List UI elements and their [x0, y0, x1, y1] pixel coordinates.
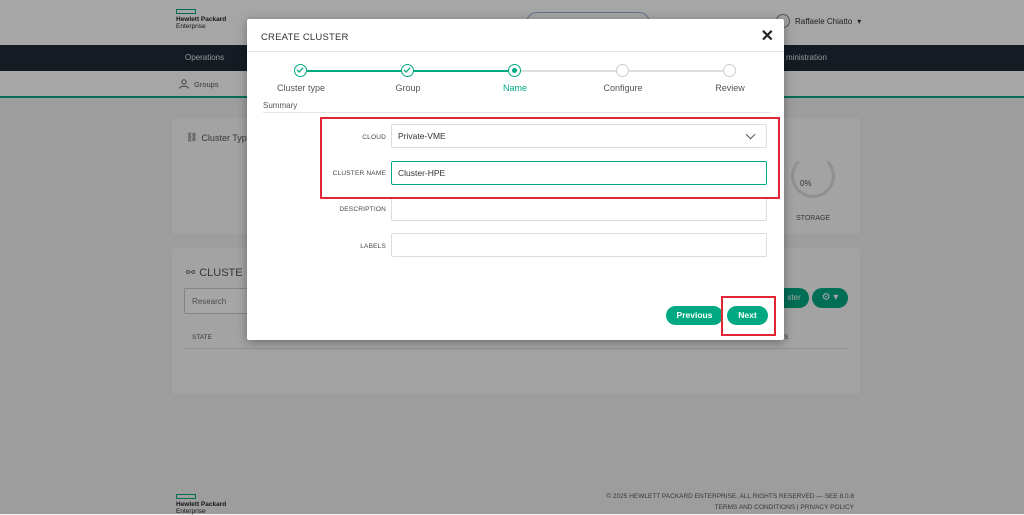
- step-group-check-icon[interactable]: [401, 64, 414, 77]
- create-cluster-modal: CREATE CLUSTER ✕ Cluster type Group Name…: [247, 19, 784, 340]
- step-name-active-icon[interactable]: [508, 64, 521, 77]
- wizard-stepper: Cluster type Group Name Configure Review: [247, 61, 784, 101]
- step-label-group[interactable]: Group: [395, 83, 420, 93]
- modal-header-divider: [247, 51, 784, 52]
- cluster-name-label: CLUSTER NAME: [332, 170, 386, 177]
- next-button[interactable]: Next: [727, 306, 768, 325]
- cloud-select-value: Private-VME: [398, 131, 446, 141]
- description-label: DESCRIPTION: [339, 206, 386, 213]
- close-icon[interactable]: ✕: [761, 26, 774, 46]
- step-label-cluster-type[interactable]: Cluster type: [277, 83, 325, 93]
- step-label-configure: Configure: [603, 83, 643, 93]
- labels-input[interactable]: [391, 233, 767, 257]
- step-label-name[interactable]: Name: [503, 83, 527, 93]
- step-cluster-type-check-icon[interactable]: [294, 64, 307, 77]
- cloud-select[interactable]: Private-VME: [391, 124, 767, 148]
- cluster-name-input[interactable]: [391, 161, 767, 185]
- labels-label: LABELS: [360, 243, 386, 250]
- step-connector-2: [414, 70, 521, 72]
- step-connector-4: [629, 70, 730, 72]
- step-connector-1: [307, 70, 414, 72]
- chevron-down-icon: [745, 129, 756, 139]
- modal-title: CREATE CLUSTER: [261, 32, 349, 43]
- previous-button[interactable]: Previous: [666, 306, 723, 325]
- summary-label: Summary: [263, 101, 298, 110]
- description-input[interactable]: [391, 197, 767, 221]
- step-configure-dot-icon: [616, 64, 629, 77]
- step-connector-3: [521, 70, 629, 72]
- step-review-dot-icon: [723, 64, 736, 77]
- cloud-label: CLOUD: [362, 134, 386, 141]
- summary-divider: [263, 112, 771, 113]
- step-label-review: Review: [715, 83, 745, 93]
